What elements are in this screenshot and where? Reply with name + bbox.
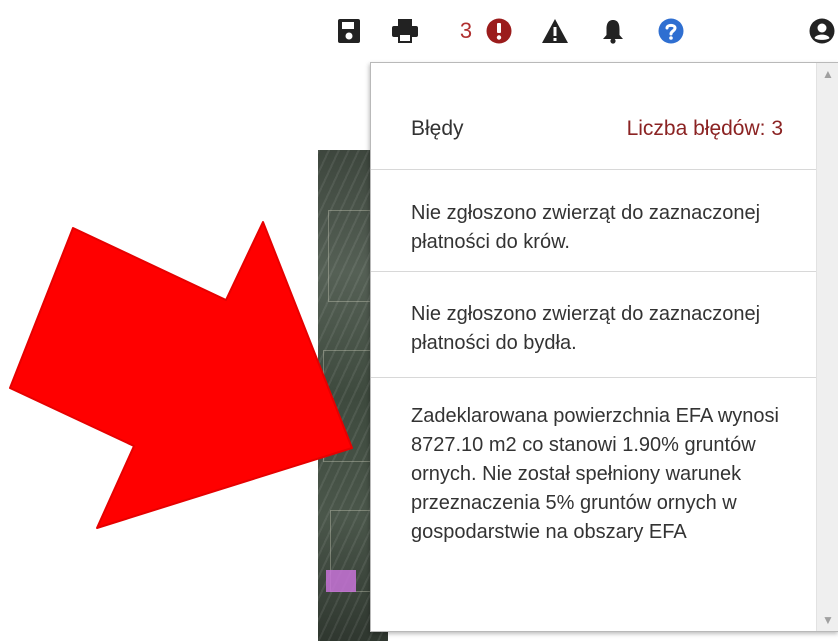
help-icon	[658, 18, 684, 44]
save-button[interactable]	[334, 8, 364, 54]
errors-panel: Błędy Liczba błędów: 3 Nie zgłoszono zwi…	[370, 62, 838, 632]
error-item: Nie zgłoszono zwierząt do zaznaczonej pł…	[371, 170, 817, 272]
print-button[interactable]	[388, 8, 422, 54]
print-icon	[392, 19, 418, 43]
error-count: 3	[459, 18, 473, 43]
bell-icon	[603, 20, 623, 44]
error-item-text: Nie zgłoszono zwierząt do zaznaczonej pł…	[411, 202, 761, 253]
notifications-button[interactable]	[598, 8, 628, 54]
error-item-text: Zadeklarowana powierzchnia EFA wynosi 87…	[411, 405, 779, 543]
warnings-button[interactable]	[540, 8, 570, 54]
errors-count-label: Liczba błędów: 3	[626, 117, 783, 140]
scroll-down-icon[interactable]: ▼	[822, 613, 834, 627]
errors-panel-title: Błędy	[411, 117, 464, 140]
scrollbar[interactable]: ▲ ▼	[816, 63, 838, 631]
user-icon	[809, 18, 835, 44]
error-count-badge[interactable]: 3	[456, 8, 476, 54]
errors-panel-header: Błędy Liczba błędów: 3	[371, 63, 817, 170]
error-item: Nie zgłoszono zwierząt do zaznaczonej pł…	[371, 272, 817, 378]
map-highlighted-parcel	[326, 570, 356, 592]
error-icon	[486, 18, 512, 44]
errors-button[interactable]	[484, 8, 514, 54]
scroll-up-icon[interactable]: ▲	[822, 67, 834, 81]
error-item: Zadeklarowana powierzchnia EFA wynosi 87…	[371, 378, 817, 630]
error-item-text: Nie zgłoszono zwierząt do zaznaczonej pł…	[411, 303, 761, 354]
help-button[interactable]	[656, 8, 686, 54]
user-button[interactable]	[806, 8, 838, 54]
save-icon	[338, 19, 360, 43]
warning-icon	[542, 19, 568, 43]
toolbar: 3	[330, 8, 838, 54]
